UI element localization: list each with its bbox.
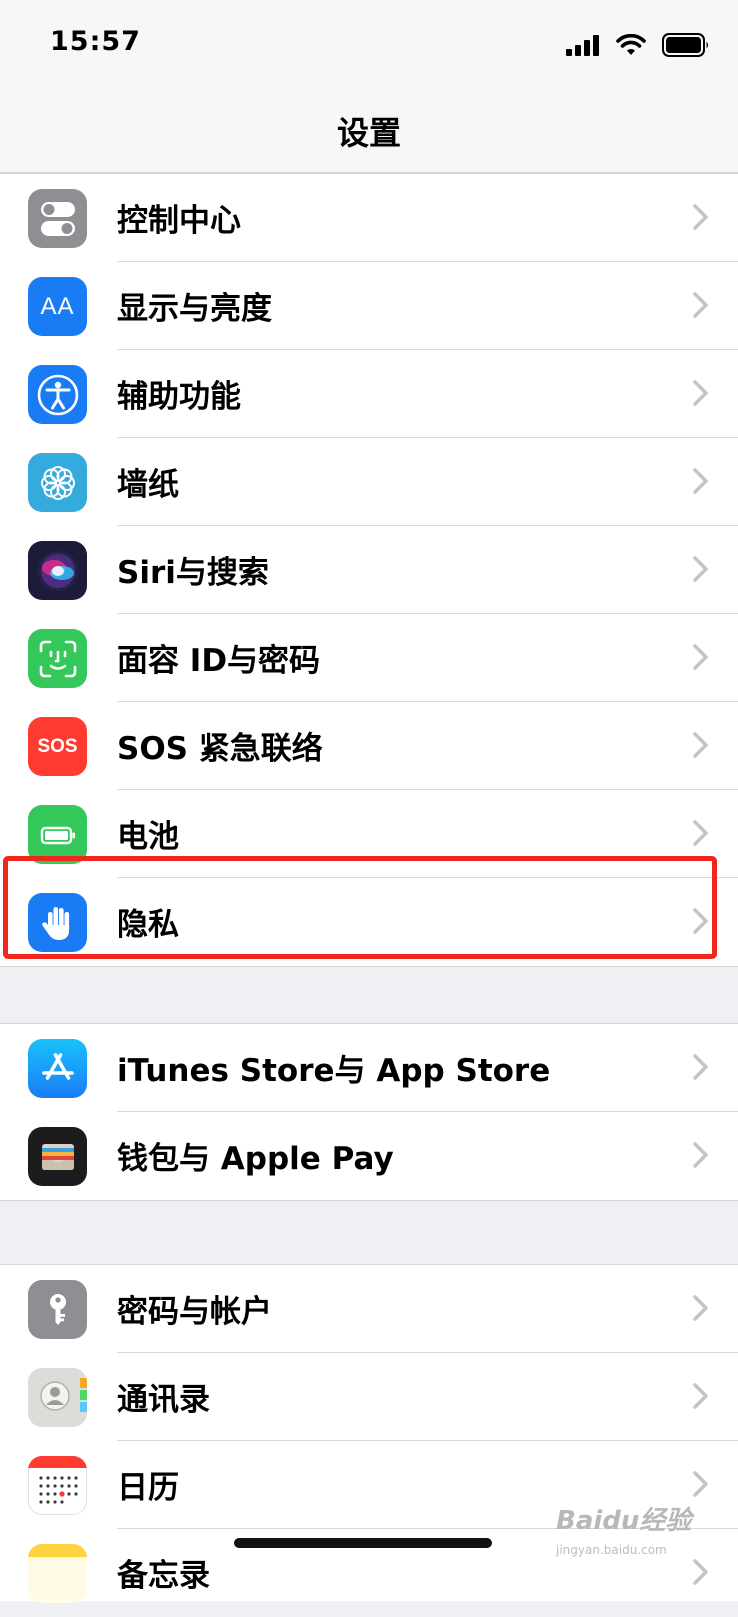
navigation-bar: 设置 <box>0 90 738 173</box>
settings-row-label: 备忘录 <box>117 1558 210 1594</box>
settings-row-sos[interactable]: SOS SOS 紧急联络 <box>0 702 738 790</box>
chevron-right-icon <box>693 1054 708 1080</box>
wifi-icon <box>616 34 646 55</box>
settings-row-label: 日历 <box>117 1470 179 1506</box>
chevron-right-icon <box>693 1295 708 1321</box>
baidu-watermark-url: jingyan.baidu.com <box>556 1543 667 1557</box>
notes-icon <box>28 1544 87 1603</box>
settings-row-label: SOS 紧急联络 <box>117 731 323 767</box>
battery-status-icon <box>662 33 708 57</box>
chevron-right-icon <box>693 1142 708 1168</box>
passwords-key-icon <box>28 1280 87 1339</box>
settings-row-face-id[interactable]: 面容 ID与密码 <box>0 614 738 702</box>
face-id-icon <box>28 629 87 688</box>
settings-row-label: 显示与亮度 <box>117 291 272 327</box>
settings-row-siri[interactable]: Siri与搜索 <box>0 526 738 614</box>
chevron-right-icon <box>693 380 708 406</box>
chevron-right-icon <box>693 732 708 758</box>
settings-row-display-brightness[interactable]: AA 显示与亮度 <box>0 262 738 350</box>
status-bar: 15:57 <box>0 0 738 90</box>
settings-row-label: 钱包与 Apple Pay <box>117 1141 394 1177</box>
privacy-highlight-box <box>3 856 717 959</box>
settings-row-label: Siri与搜索 <box>117 555 269 591</box>
chevron-right-icon <box>693 204 708 230</box>
settings-row-label: 面容 ID与密码 <box>117 643 321 679</box>
home-indicator[interactable] <box>234 1538 492 1548</box>
settings-row-label: 墙纸 <box>117 467 179 503</box>
chevron-right-icon <box>693 1559 708 1585</box>
status-time: 15:57 <box>50 26 141 57</box>
display-brightness-icon: AA <box>28 277 87 336</box>
baidu-watermark: Baidu经验 <box>556 1506 692 1536</box>
cellular-signal-icon <box>566 35 599 56</box>
sos-icon: SOS <box>28 717 87 776</box>
settings-row-wallpaper[interactable]: 墙纸 <box>0 438 738 526</box>
settings-row-wallet[interactable]: 钱包与 Apple Pay <box>0 1112 738 1200</box>
chevron-right-icon <box>693 292 708 318</box>
chevron-right-icon <box>693 1383 708 1409</box>
settings-row-label: 控制中心 <box>117 203 241 239</box>
settings-row-accessibility[interactable]: 辅助功能 <box>0 350 738 438</box>
settings-row-contacts[interactable]: 通讯录 <box>0 1353 738 1441</box>
display-icon-glyph: AA <box>40 292 75 320</box>
siri-icon <box>28 541 87 600</box>
settings-row-passwords-accounts[interactable]: 密码与帐户 <box>0 1265 738 1353</box>
settings-row-control-center[interactable]: 控制中心 <box>0 174 738 262</box>
chevron-right-icon <box>693 820 708 846</box>
wallpaper-icon <box>28 453 87 512</box>
settings-row-label: iTunes Store与 App Store <box>117 1053 551 1089</box>
settings-group-display: 控制中心 AA 显示与亮度 辅助功能 墙纸 Siri与搜索 面容 ID与密码 S… <box>0 173 738 967</box>
chevron-right-icon <box>693 468 708 494</box>
control-center-icon <box>28 189 87 248</box>
sos-icon-glyph: SOS <box>37 735 78 757</box>
wallet-icon <box>28 1127 87 1186</box>
page-title: 设置 <box>336 114 401 152</box>
settings-row-label: 电池 <box>117 819 179 855</box>
calendar-icon <box>28 1456 87 1515</box>
chevron-right-icon <box>693 556 708 582</box>
accessibility-icon <box>28 365 87 424</box>
chevron-right-icon <box>693 1471 708 1497</box>
settings-row-app-store[interactable]: iTunes Store与 App Store <box>0 1024 738 1112</box>
settings-row-label: 辅助功能 <box>117 379 241 415</box>
status-icons <box>566 32 710 58</box>
settings-row-label: 密码与帐户 <box>117 1294 272 1330</box>
settings-row-label: 通讯录 <box>117 1382 210 1418</box>
contacts-icon <box>28 1368 87 1427</box>
chevron-right-icon <box>693 644 708 670</box>
app-store-icon <box>28 1039 87 1098</box>
settings-group-store: iTunes Store与 App Store 钱包与 Apple Pay <box>0 1023 738 1201</box>
